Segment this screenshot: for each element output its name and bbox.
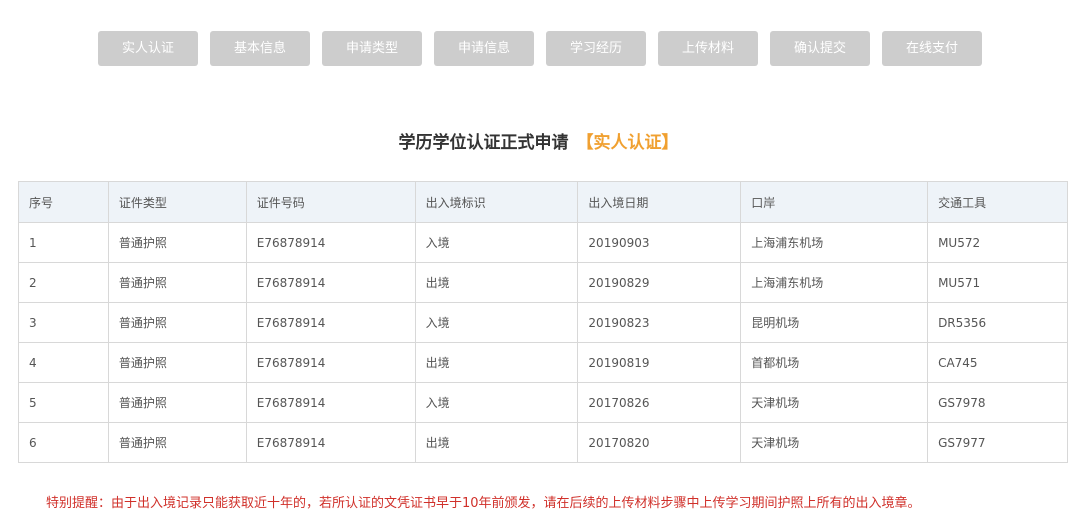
cell-transport: MU571 (927, 262, 1068, 303)
cell-direction: 出境 (414, 342, 579, 383)
step-real-name-auth[interactable]: 实人认证 (98, 31, 198, 66)
cell-date: 20190903 (577, 222, 742, 263)
cell-index: 6 (18, 422, 109, 463)
header-document-number: 证件号码 (245, 181, 416, 223)
table-row: 4 普通护照 E76878914 出境 20190819 首都机场 CA745 (18, 342, 1068, 383)
step-confirm-submit[interactable]: 确认提交 (770, 31, 870, 66)
cell-document-type: 普通护照 (107, 302, 247, 343)
cell-document-number: E76878914 (245, 302, 416, 343)
step-application-info[interactable]: 申请信息 (434, 31, 534, 66)
cell-direction: 出境 (414, 422, 579, 463)
step-online-payment[interactable]: 在线支付 (882, 31, 982, 66)
step-upload-materials[interactable]: 上传材料 (658, 31, 758, 66)
cell-transport: CA745 (927, 342, 1068, 383)
cell-document-number: E76878914 (245, 262, 416, 303)
cell-document-type: 普通护照 (107, 422, 247, 463)
cell-index: 4 (18, 342, 109, 383)
cell-document-type: 普通护照 (107, 342, 247, 383)
cell-date: 20190829 (577, 262, 742, 303)
cell-transport: GS7978 (927, 382, 1068, 423)
cell-document-type: 普通护照 (107, 262, 247, 303)
cell-document-number: E76878914 (245, 342, 416, 383)
cell-date: 20170826 (577, 382, 742, 423)
step-basic-info[interactable]: 基本信息 (210, 31, 310, 66)
cell-direction: 出境 (414, 262, 579, 303)
cell-index: 3 (18, 302, 109, 343)
table-row: 6 普通护照 E76878914 出境 20170820 天津机场 GS7977 (18, 422, 1068, 463)
header-document-type: 证件类型 (107, 181, 247, 223)
cell-port: 昆明机场 (740, 302, 929, 343)
cell-index: 2 (18, 262, 109, 303)
step-application-type[interactable]: 申请类型 (322, 31, 422, 66)
cell-document-number: E76878914 (245, 382, 416, 423)
cell-port: 上海浦东机场 (740, 262, 929, 303)
cell-direction: 入境 (414, 302, 579, 343)
table-row: 1 普通护照 E76878914 入境 20190903 上海浦东机场 MU57… (18, 222, 1068, 263)
cell-port: 天津机场 (740, 422, 929, 463)
page-title-step: 【实人认证】 (576, 133, 679, 153)
cell-direction: 入境 (414, 222, 579, 263)
cell-port: 首都机场 (740, 342, 929, 383)
cell-port: 天津机场 (740, 382, 929, 423)
cell-direction: 入境 (414, 382, 579, 423)
cell-transport: GS7977 (927, 422, 1068, 463)
table-header-row: 序号 证件类型 证件号码 出入境标识 出入境日期 口岸 交通工具 (18, 181, 1068, 223)
header-date: 出入境日期 (577, 181, 742, 223)
header-transport: 交通工具 (927, 181, 1068, 223)
table-row: 5 普通护照 E76878914 入境 20170826 天津机场 GS7978 (18, 382, 1068, 423)
cell-index: 5 (18, 382, 109, 423)
cell-document-type: 普通护照 (107, 222, 247, 263)
cell-date: 20190823 (577, 302, 742, 343)
table-row: 2 普通护照 E76878914 出境 20190829 上海浦东机场 MU57… (18, 262, 1068, 303)
entry-exit-table: 序号 证件类型 证件号码 出入境标识 出入境日期 口岸 交通工具 1 普通护照 … (18, 181, 1068, 463)
special-notice: 特别提醒：由于出入境记录只能获取近十年的，若所认证的文凭证书早于10年前颁发，请… (46, 496, 921, 511)
cell-transport: MU572 (927, 222, 1068, 263)
cell-document-number: E76878914 (245, 222, 416, 263)
step-study-history[interactable]: 学习经历 (546, 31, 646, 66)
header-index: 序号 (18, 181, 109, 223)
cell-date: 20190819 (577, 342, 742, 383)
header-direction: 出入境标识 (414, 181, 579, 223)
page-title-main: 学历学位认证正式申请 (398, 133, 569, 153)
cell-port: 上海浦东机场 (740, 222, 929, 263)
header-port: 口岸 (740, 181, 929, 223)
cell-index: 1 (18, 222, 109, 263)
cell-document-type: 普通护照 (107, 382, 247, 423)
cell-document-number: E76878914 (245, 422, 416, 463)
page-title: 学历学位认证正式申请 【实人认证】 (0, 128, 1077, 153)
step-nav: 实人认证 基本信息 申请类型 申请信息 学习经历 上传材料 确认提交 在线支付 (98, 31, 982, 66)
cell-date: 20170820 (577, 422, 742, 463)
table-row: 3 普通护照 E76878914 入境 20190823 昆明机场 DR5356 (18, 302, 1068, 343)
cell-transport: DR5356 (927, 302, 1068, 343)
